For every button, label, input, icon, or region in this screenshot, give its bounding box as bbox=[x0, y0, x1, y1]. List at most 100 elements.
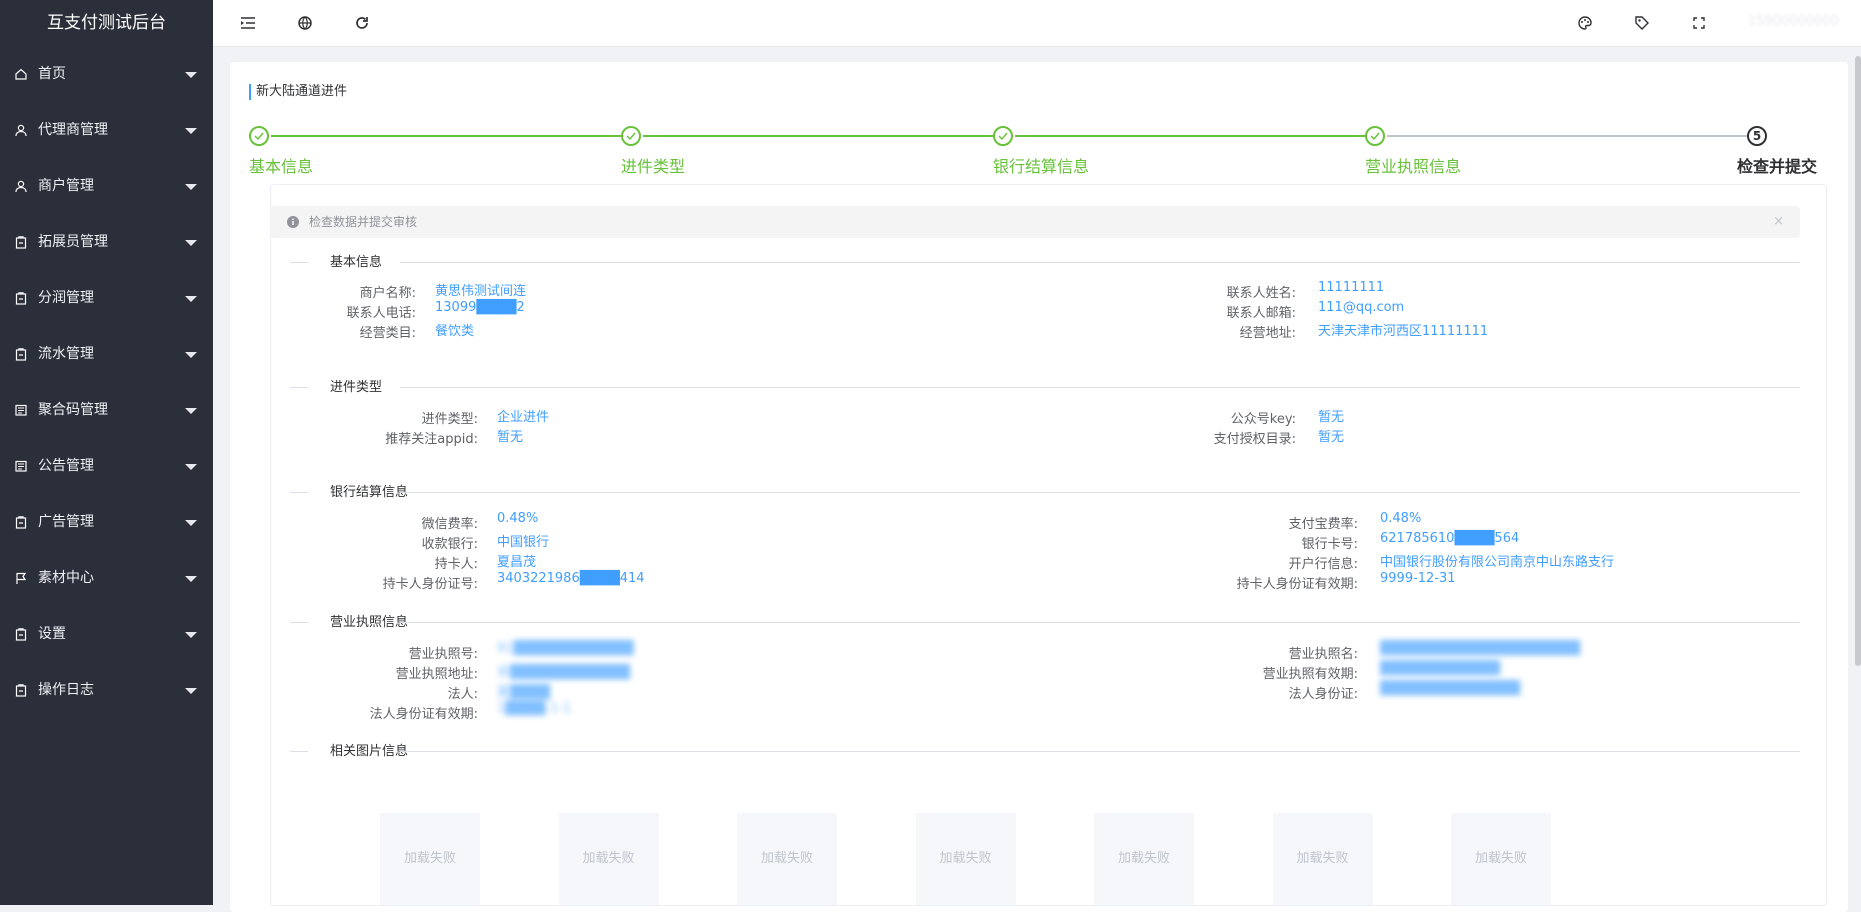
sidebar-item-11[interactable]: 操作日志 bbox=[0, 662, 213, 718]
field-value: 0.48% bbox=[497, 511, 539, 526]
field-label: 持卡人身份证号: bbox=[382, 577, 478, 592]
field-label: 联系人姓名: bbox=[1226, 286, 1296, 301]
field-value: 餐饮类 bbox=[435, 324, 475, 339]
field-value: 中国银行 bbox=[497, 535, 550, 550]
clipboard-icon bbox=[14, 347, 28, 361]
step-label: 银行结算信息 bbox=[993, 157, 1090, 176]
scrollbar[interactable] bbox=[1855, 56, 1861, 666]
divider bbox=[400, 262, 1800, 263]
divider bbox=[290, 262, 308, 263]
globe-icon[interactable] bbox=[295, 13, 315, 33]
sidebar-item-4[interactable]: 分润管理 bbox=[0, 270, 213, 326]
sidebar-item-1[interactable]: 代理商管理 bbox=[0, 102, 213, 158]
field-label: 银行卡号: bbox=[1301, 537, 1358, 552]
field-label: 推荐关注appid: bbox=[385, 432, 478, 447]
sidebar-item-6[interactable]: 聚合码管理 bbox=[0, 382, 213, 438]
divider bbox=[400, 751, 1800, 752]
caret-down-icon bbox=[185, 352, 197, 358]
field-value: 中国银行股份有限公司南京中山东路支行 bbox=[1380, 555, 1615, 570]
step-bank: 银行结算信息 bbox=[993, 126, 1089, 176]
sidebar-item-label: 设置 bbox=[38, 626, 66, 642]
palette-icon[interactable] bbox=[1575, 13, 1595, 33]
sidebar-item-8[interactable]: 广告管理 bbox=[0, 494, 213, 550]
section-title: 银行结算信息 bbox=[330, 485, 409, 500]
field-label: 营业执照名: bbox=[1288, 647, 1358, 662]
clipboard-icon bbox=[14, 515, 28, 529]
field-label: 支付宝费率: bbox=[1288, 517, 1358, 532]
sidebar-item-label: 拓展员管理 bbox=[38, 234, 108, 250]
field-label: 收款银行: bbox=[421, 537, 478, 552]
steps-bar: 基本信息 进件类型 银行结算信息 营业执照信息 5 检查并提交 bbox=[249, 126, 1819, 176]
image-placeholder[interactable]: 加载失败 bbox=[558, 813, 659, 905]
sidebar-item-0[interactable]: 首页 bbox=[0, 46, 213, 102]
sidebar-item-label: 分润管理 bbox=[38, 290, 94, 306]
menu-fold-icon[interactable] bbox=[238, 13, 258, 33]
sidebar-item-label: 代理商管理 bbox=[38, 122, 108, 138]
user-name[interactable]: 15900000000 bbox=[1748, 14, 1839, 29]
sidebar-item-3[interactable]: 拓展员管理 bbox=[0, 214, 213, 270]
field-label: 法人身份证有效期: bbox=[369, 707, 478, 722]
image-placeholder[interactable]: 加载失败 bbox=[1272, 813, 1373, 905]
caret-down-icon bbox=[185, 520, 197, 526]
field-label: 营业执照地址: bbox=[395, 667, 478, 682]
step-label: 进件类型 bbox=[621, 157, 686, 176]
field-value: 黄思伟测试间连 bbox=[435, 284, 527, 299]
caret-down-icon bbox=[185, 240, 197, 246]
sidebar-item-5[interactable]: 流水管理 bbox=[0, 326, 213, 382]
divider bbox=[290, 751, 308, 752]
image-placeholder[interactable]: 加载失败 bbox=[915, 813, 1016, 905]
sidebar-item-10[interactable]: 设置 bbox=[0, 606, 213, 662]
field-value: 3403221986████414 bbox=[497, 571, 645, 586]
sidebar-menu: 首页代理商管理商户管理拓展员管理分润管理流水管理 聚合码管理 公告管理广告管理素材中… bbox=[0, 46, 213, 718]
sidebar-item-7[interactable]: 公告管理 bbox=[0, 438, 213, 494]
step-connector bbox=[1015, 135, 1365, 137]
field-value: 暂无 bbox=[497, 430, 524, 445]
content-card: 新大陆通道进件 基本信息 进件类型 银行结算信息 营业执照信息 5 检查并提交 … bbox=[230, 62, 1848, 912]
divider bbox=[290, 387, 308, 388]
section-title: 相关图片信息 bbox=[330, 744, 409, 759]
section-basic: 基本信息 bbox=[290, 253, 1800, 273]
sidebar-item-label: 商户管理 bbox=[38, 178, 94, 194]
caret-down-icon bbox=[185, 296, 197, 302]
fullscreen-icon[interactable] bbox=[1689, 13, 1709, 33]
image-placeholder[interactable]: 加载失败 bbox=[1094, 813, 1194, 905]
caret-down-icon bbox=[185, 128, 197, 134]
field-value: 9999-12-31 bbox=[1380, 571, 1456, 586]
image-placeholder[interactable]: 加载失败 bbox=[1451, 813, 1551, 905]
section-bank: 银行结算信息 bbox=[290, 483, 1800, 503]
close-icon[interactable]: × bbox=[1773, 206, 1784, 238]
caret-down-icon bbox=[185, 576, 197, 582]
tag-icon[interactable] bbox=[1632, 13, 1652, 33]
sidebar-item-label: 首页 bbox=[38, 66, 66, 82]
section-title: 进件类型 bbox=[330, 380, 383, 395]
field-label: 公众号key: bbox=[1230, 412, 1296, 427]
field-value: ████████████ bbox=[1380, 661, 1500, 676]
field-label: 联系人电话: bbox=[346, 306, 416, 321]
field-value: 111@qq.com bbox=[1318, 300, 1405, 315]
sidebar-item-label: 广告管理 bbox=[38, 514, 94, 530]
refresh-icon[interactable] bbox=[352, 13, 372, 33]
step-label: 检查并提交 bbox=[1737, 157, 1818, 176]
sidebar-item-2[interactable]: 商户管理 bbox=[0, 158, 213, 214]
step-submit: 5 检查并提交 bbox=[1737, 126, 1817, 176]
field-value: 夏昌茂 bbox=[497, 555, 537, 570]
info-icon bbox=[287, 216, 299, 228]
field-label: 营业执照有效期: bbox=[1262, 667, 1358, 682]
section-title: 基本信息 bbox=[330, 255, 383, 270]
step-connector bbox=[643, 135, 993, 137]
user-icon bbox=[14, 123, 28, 137]
caret-down-icon bbox=[185, 72, 197, 78]
divider bbox=[400, 492, 1800, 493]
field-value: 天津天津市河西区11111111 bbox=[1318, 324, 1489, 339]
field-value: 91████████████ bbox=[497, 641, 634, 656]
list-icon bbox=[14, 459, 28, 473]
image-placeholder[interactable]: 加载失败 bbox=[737, 813, 837, 905]
list-icon bbox=[14, 403, 28, 417]
flag-icon bbox=[14, 571, 28, 585]
field-value: 13099████2 bbox=[435, 300, 525, 315]
check-icon bbox=[621, 126, 641, 146]
alert-text: 检查数据并提交审核 bbox=[309, 215, 418, 229]
image-placeholder[interactable]: 加载失败 bbox=[380, 813, 480, 905]
sidebar-item-9[interactable]: 素材中心 bbox=[0, 550, 213, 606]
check-icon bbox=[993, 126, 1013, 146]
